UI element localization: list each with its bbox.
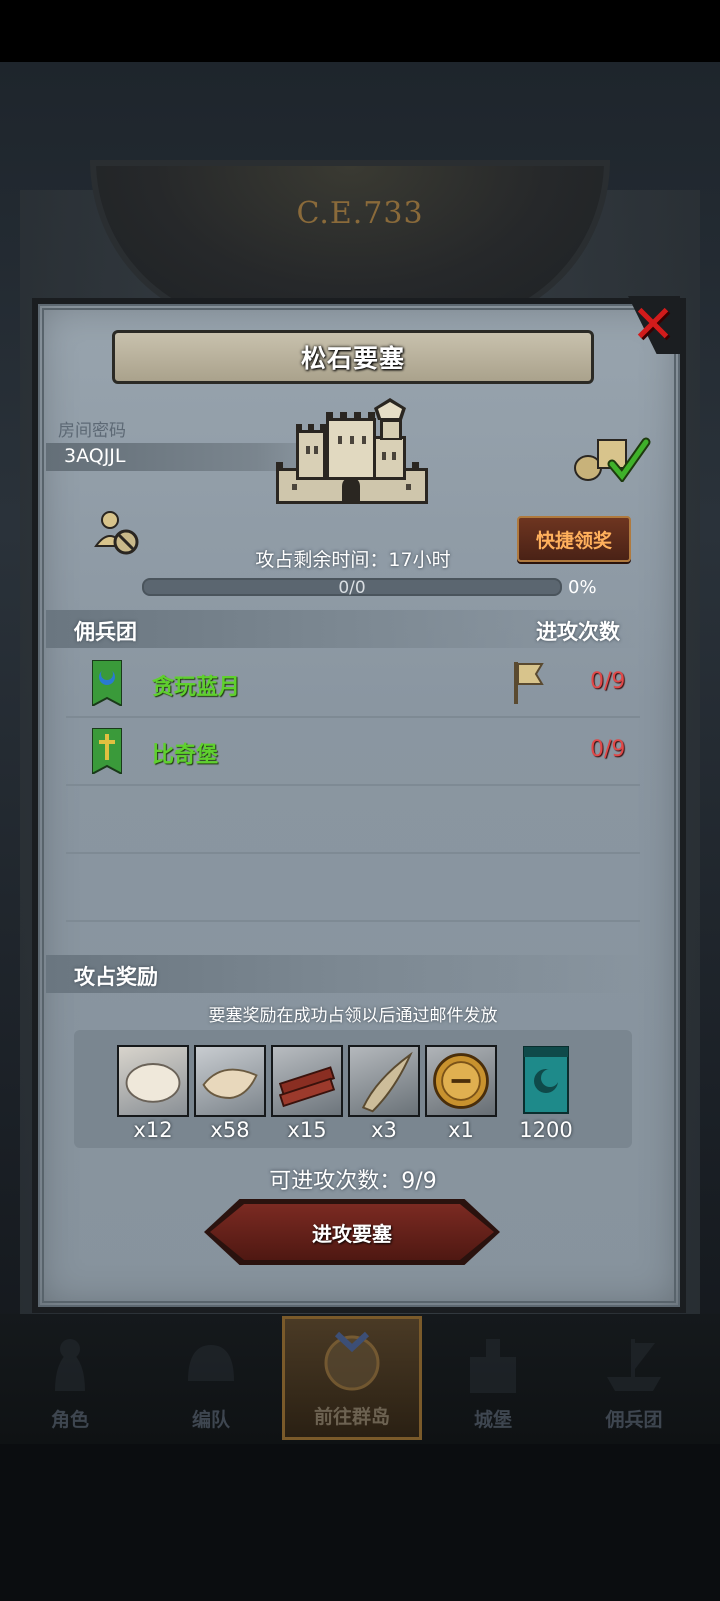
reward-item[interactable] <box>117 1045 189 1117</box>
attack-count: 0/9 <box>590 669 626 694</box>
nav-character[interactable]: 角色 <box>0 1316 140 1440</box>
hide-icon <box>202 1068 258 1099</box>
moon-banner-icon <box>92 660 122 706</box>
capture-time-remaining: 攻占剩余时间：17小时 <box>255 549 451 571</box>
room-password-label: 房间密码 <box>58 421 126 441</box>
status-bar-area <box>0 0 720 62</box>
bottom-safe-area <box>0 1444 720 1601</box>
reward-item[interactable] <box>522 1045 570 1117</box>
reward-item[interactable] <box>425 1045 497 1117</box>
nav-islands[interactable]: 前往群岛 <box>282 1316 422 1440</box>
reward-header: 攻占奖励 <box>74 965 158 989</box>
mercenary-row[interactable]: 贪玩蓝月 0/9 <box>66 652 640 718</box>
attack-fortress-button[interactable]: 进攻要塞 <box>210 1204 494 1260</box>
remaining-attempts: 可进攻次数：9/9 <box>269 1169 437 1194</box>
close-icon[interactable]: ✕ <box>630 298 676 352</box>
fur-icon <box>125 1063 181 1103</box>
mercenary-name: 贪玩蓝月 <box>152 675 241 700</box>
attack-count-header: 进攻次数 <box>536 620 620 644</box>
ship-icon <box>607 1339 661 1391</box>
nav-label: 前往群岛 <box>313 1406 390 1428</box>
nav-label: 编队 <box>191 1409 230 1431</box>
helmet-icon <box>188 1345 234 1381</box>
attack-count: 0/9 <box>590 737 626 762</box>
nav-castle[interactable]: 城堡 <box>423 1316 563 1440</box>
dialog-title: 松石要塞 <box>300 344 405 373</box>
era-label: C.E.733 <box>296 196 424 231</box>
nav-label: 城堡 <box>473 1409 512 1431</box>
empty-row <box>66 856 640 922</box>
cross-banner-icon <box>92 728 122 774</box>
progress-text: 0/0 <box>338 578 366 598</box>
compass-icon <box>324 1331 380 1391</box>
reward-count: x1 <box>448 1118 474 1142</box>
knight-icon <box>55 1339 85 1391</box>
reward-item[interactable] <box>271 1045 343 1117</box>
flag-icon <box>514 662 544 704</box>
wood-icon <box>278 1066 336 1108</box>
castle-nav-icon <box>470 1339 516 1393</box>
empty-row <box>66 788 640 854</box>
attack-button-label: 进攻要塞 <box>312 1221 392 1246</box>
reward-bag-check-icon <box>574 437 651 482</box>
nav-label: 角色 <box>50 1409 89 1431</box>
nav-mercenary[interactable]: 佣兵团 <box>564 1316 704 1440</box>
horn-icon <box>361 1051 413 1113</box>
nav-label: 佣兵团 <box>605 1409 663 1431</box>
mercenary-header: 佣兵团 <box>74 620 137 644</box>
gold-helmet-coin-icon <box>433 1053 489 1109</box>
progress-percent: 0% <box>568 577 597 598</box>
nav-formation[interactable]: 编队 <box>141 1316 281 1440</box>
reward-item[interactable] <box>194 1045 266 1117</box>
reward-note: 要塞奖励在成功占领以后通过邮件发放 <box>208 1006 498 1026</box>
mercenary-name: 比奇堡 <box>152 743 219 768</box>
room-code: 3AQJJL <box>64 445 126 467</box>
title-plate: 松石要塞 <box>112 330 594 384</box>
mercenary-row[interactable]: 比奇堡 0/9 <box>66 720 640 786</box>
castle-icon <box>276 398 428 504</box>
reward-item[interactable] <box>348 1045 420 1117</box>
reward-count: 1200 <box>519 1118 573 1142</box>
guild-banner-icon <box>523 1046 569 1114</box>
